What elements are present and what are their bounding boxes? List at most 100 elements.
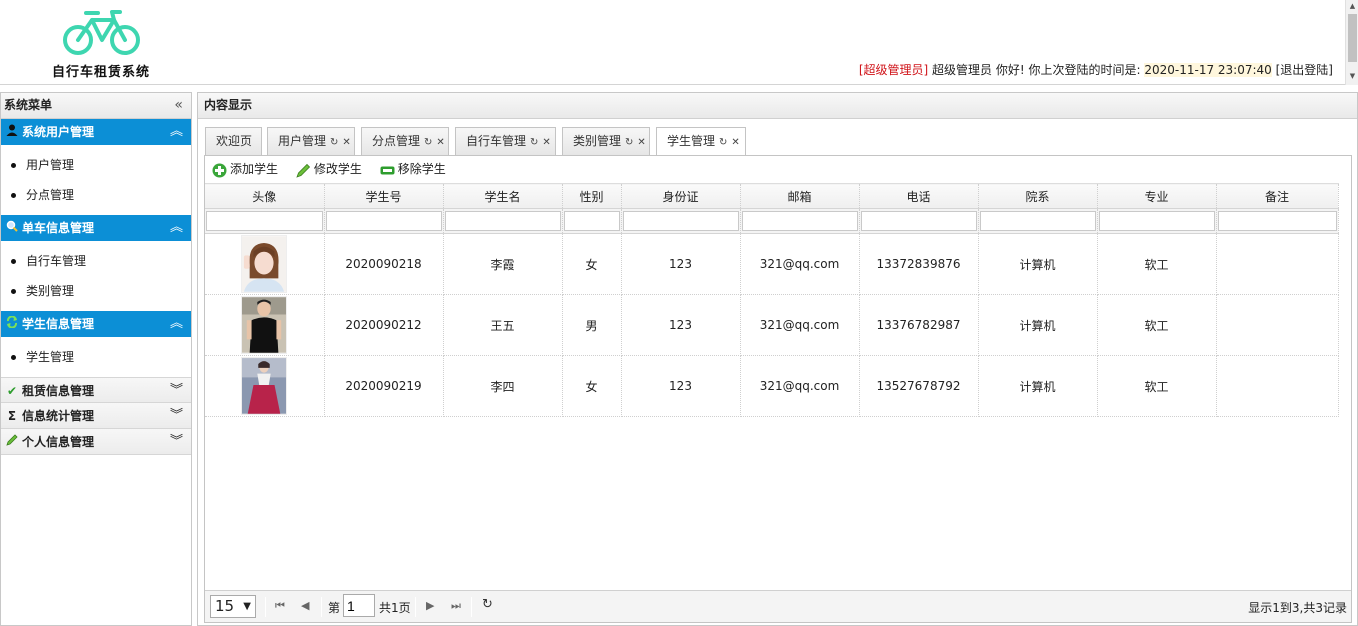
dept-cell: 计算机 — [978, 294, 1098, 356]
remove-student-button[interactable]: 移除学生 — [380, 156, 446, 183]
close-tab-icon[interactable]: ✕ — [342, 137, 350, 148]
page-scrollbar[interactable]: ▲ ▼ — [1345, 0, 1358, 85]
chevron-up-icon[interactable]: ︽ — [170, 119, 183, 145]
sidebar-group-student-items: 学生管理 — [1, 337, 191, 377]
sidebar-group-label: 系统用户管理 — [22, 125, 95, 139]
chevron-down-icon[interactable]: ︾ — [170, 429, 183, 455]
check-icon: ✔ — [6, 384, 18, 398]
refresh-icon — [5, 311, 19, 337]
refresh-tab-icon[interactable]: ↻ — [530, 137, 538, 148]
filter-input[interactable] — [206, 211, 323, 231]
sidebar-item-label: 学生管理 — [26, 350, 75, 364]
major-cell: 软工 — [1097, 294, 1217, 356]
column-header[interactable]: 专业 — [1097, 183, 1217, 209]
edit-student-label: 修改学生 — [313, 162, 362, 176]
pencil-icon — [296, 161, 311, 178]
last-page-icon[interactable]: ⏭ — [451, 599, 461, 613]
sidebar-item-student-manage[interactable]: 学生管理 — [1, 342, 191, 372]
refresh-tab-icon[interactable]: ↻ — [330, 137, 338, 148]
scroll-down-icon[interactable]: ▼ — [1346, 70, 1358, 82]
refresh-tab-icon[interactable]: ↻ — [719, 137, 727, 148]
close-tab-icon[interactable]: ✕ — [731, 137, 739, 148]
sidebar-item-user-manage[interactable]: 用户管理 — [1, 150, 191, 180]
tab-user-manage[interactable]: 用户管理 ↻ ✕ — [267, 127, 355, 155]
page-number-input[interactable] — [343, 594, 375, 617]
filter-input[interactable] — [1098, 211, 1215, 231]
sidebar-group-student[interactable]: 学生信息管理 ︽ — [1, 311, 191, 337]
table-row[interactable]: 2020090219 李四 女 123 321@qq.com 135276787… — [205, 355, 1339, 417]
filter-input[interactable] — [444, 211, 561, 231]
next-page-icon[interactable]: ▶ — [426, 599, 434, 612]
tab-label: 用户管理 — [278, 134, 327, 148]
column-header[interactable]: 邮箱 — [740, 183, 860, 209]
sidebar-group-bike[interactable]: 单车信息管理 ︽ — [1, 215, 191, 241]
column-header[interactable]: 学生号 — [324, 183, 444, 209]
sidebar-title-text: 系统菜单 — [4, 98, 53, 112]
tab-label: 分点管理 — [372, 134, 421, 148]
sidebar-group-rental[interactable]: ✔ 租赁信息管理 ︾ — [1, 377, 191, 403]
collapse-sidebar-icon[interactable]: « — [174, 93, 183, 118]
page-size-select[interactable]: 15 ▼ — [210, 595, 256, 618]
edit-student-button[interactable]: 修改学生 — [296, 156, 362, 183]
tab-student-manage[interactable]: 学生管理 ↻ ✕ — [656, 127, 746, 156]
filter-input[interactable] — [325, 211, 442, 231]
first-page-icon[interactable]: ⏮ — [275, 599, 285, 613]
content-title: 内容显示 — [198, 93, 1357, 119]
grid-toolbar: 添加学生 修改学生 移除学生 — [205, 156, 1351, 183]
column-header[interactable]: 备注 — [1216, 183, 1339, 209]
filter-input[interactable] — [1217, 211, 1337, 231]
scroll-thumb[interactable] — [1348, 14, 1357, 62]
sidebar-item-category-manage[interactable]: 类别管理 — [1, 276, 191, 306]
chevron-up-icon[interactable]: ︽ — [170, 311, 183, 337]
refresh-tab-icon[interactable]: ↻ — [424, 137, 432, 148]
column-header[interactable]: 头像 — [205, 183, 325, 209]
sidebar-group-user[interactable]: 系统用户管理 ︽ — [1, 119, 191, 145]
tab-branch-manage[interactable]: 分点管理 ↻ ✕ — [361, 127, 449, 155]
tab-welcome[interactable]: 欢迎页 — [205, 127, 262, 155]
close-tab-icon[interactable]: ✕ — [637, 137, 645, 148]
close-tab-icon[interactable]: ✕ — [542, 137, 550, 148]
filter-input[interactable] — [979, 211, 1096, 231]
refresh-tab-icon[interactable]: ↻ — [625, 137, 633, 148]
chevron-down-icon[interactable]: ︾ — [170, 378, 183, 404]
add-student-button[interactable]: 添加学生 — [212, 156, 278, 183]
filter-input[interactable] — [563, 211, 620, 231]
sidebar-group-stats[interactable]: Σ 信息统计管理 ︾ — [1, 403, 191, 429]
pagination-bar: 15 ▼ ⏮ ◀ 第 共1页 ▶ ⏭ ↻ 显示1到3,共3记录 — [205, 590, 1351, 622]
sidebar-item-branch-manage[interactable]: 分点管理 — [1, 180, 191, 210]
close-tab-icon[interactable]: ✕ — [436, 137, 444, 148]
student-name-cell: 李霞 — [443, 233, 563, 295]
filter-input[interactable] — [741, 211, 858, 231]
sidebar-item-label: 自行车管理 — [26, 254, 87, 268]
column-header[interactable]: 身份证 — [621, 183, 741, 209]
column-header[interactable]: 院系 — [978, 183, 1098, 209]
tab-category-manage[interactable]: 类别管理 ↻ ✕ — [562, 127, 650, 155]
chevron-up-icon[interactable]: ︽ — [170, 215, 183, 241]
sidebar-item-bike-manage[interactable]: 自行车管理 — [1, 246, 191, 276]
sidebar-title: 系统菜单 « — [1, 93, 191, 119]
pager-divider — [321, 597, 322, 617]
prev-page-icon[interactable]: ◀ — [301, 599, 309, 612]
avatar — [241, 357, 288, 415]
column-header[interactable]: 学生名 — [443, 183, 563, 209]
table-row[interactable]: 2020090212 王五 男 123 321@qq.com 133767829… — [205, 294, 1339, 356]
filter-input[interactable] — [860, 211, 977, 231]
sidebar-group-profile[interactable]: 个人信息管理 ︾ — [1, 429, 191, 455]
column-header[interactable]: 性别 — [562, 183, 622, 209]
filter-input[interactable] — [622, 211, 739, 231]
student-id-cell: 2020090218 — [324, 233, 444, 295]
idcard-cell: 123 — [621, 294, 741, 356]
chevron-down-icon[interactable]: ︾ — [170, 403, 183, 429]
note-cell — [1216, 233, 1339, 295]
avatar — [241, 296, 288, 354]
column-header[interactable]: 电话 — [859, 183, 979, 209]
scroll-up-icon[interactable]: ▲ — [1346, 0, 1358, 12]
student-name-cell: 王五 — [443, 294, 563, 356]
sidebar-group-label: 单车信息管理 — [22, 221, 95, 235]
app-header: 自行车租赁系统 [超级管理员] 超级管理员 你好! 你上次登陆的时间是: 202… — [0, 0, 1345, 85]
refresh-icon[interactable]: ↻ — [482, 597, 493, 612]
table-row[interactable]: 2020090218 李霞 女 123 321@qq.com 133728398… — [205, 233, 1339, 295]
email-cell: 321@qq.com — [740, 233, 860, 295]
tab-bike-manage[interactable]: 自行车管理 ↻ ✕ — [455, 127, 556, 155]
logout-link[interactable]: [退出登陆] — [1276, 63, 1333, 77]
